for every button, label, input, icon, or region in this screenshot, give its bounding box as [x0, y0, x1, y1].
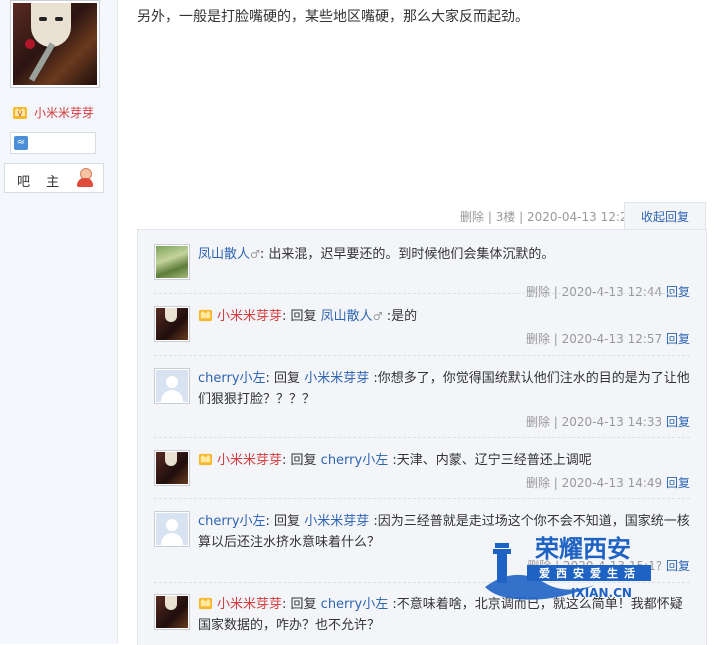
reply-time: 2020-4-13 12:57: [561, 332, 663, 346]
post-meta: 删除 | 3楼 | 2020-04-13 12:29: [460, 210, 636, 224]
reply-avatar[interactable]: [154, 244, 190, 280]
reply-target-user[interactable]: cherry小左: [321, 453, 389, 468]
svg-text:V: V: [18, 110, 23, 118]
reply-delete-link[interactable]: 删除: [526, 476, 550, 490]
author-username[interactable]: 小米米芽芽: [34, 104, 94, 121]
reply-button[interactable]: 回复: [666, 559, 690, 573]
reply-button[interactable]: 回复: [666, 415, 690, 429]
level-badge-icon: ≈: [14, 136, 28, 150]
reply-delete-link[interactable]: 删除: [526, 332, 550, 346]
role-badge: 吧 主: [4, 163, 104, 193]
reply-username[interactable]: 小米米芽芽: [217, 453, 282, 468]
post-floor: 3楼: [495, 210, 516, 224]
reply-button[interactable]: 回复: [666, 476, 690, 490]
vip-crown-icon: [198, 309, 213, 322]
reply-avatar[interactable]: [154, 511, 190, 547]
reply-target-user[interactable]: 小米米芽芽: [304, 514, 369, 529]
reply-meta: 删除 | 2020-4-13 14:49 回复: [525, 476, 690, 490]
blade-figure: [28, 42, 56, 82]
reply-button[interactable]: 回复: [666, 332, 690, 346]
role-label: 吧 主: [17, 175, 66, 190]
vip-crown-icon: [198, 597, 213, 610]
vip-crown-icon: [198, 453, 213, 466]
reply-username[interactable]: cherry小左: [198, 514, 266, 529]
rose-figure: [25, 39, 35, 49]
reply-item: 小米米芽芽: 回复 cherry小左 :天津、内蒙、辽宁三经普还上调呢 删除 |…: [154, 450, 690, 510]
watermark-title: 荣耀西安: [535, 535, 631, 563]
post-delete-link[interactable]: 删除: [460, 210, 484, 224]
mask-figure: [31, 3, 71, 47]
reply-item: 凤山散人♂: 出来混，迟早要还的。到时候他们会集体沉默的。 删除 | 2020-…: [154, 244, 690, 304]
reply-content: :是的: [382, 309, 418, 324]
post-time: 2020-04-13 12:29: [527, 210, 636, 224]
collapse-replies-button[interactable]: 收起回复: [624, 202, 706, 231]
reply-divider: [154, 293, 690, 294]
reply-word: : 回复: [282, 309, 317, 324]
reply-content: :天津、内蒙、辽宁三经普还上调呢: [388, 453, 592, 468]
reply-target-user[interactable]: 小米米芽芽: [304, 371, 369, 386]
reply-username[interactable]: 小米米芽芽: [217, 597, 282, 612]
author-sidebar: V 小米米芽芽 ≈ 吧 主: [0, 0, 118, 644]
reply-divider: [154, 355, 690, 356]
gender-male-icon: ♂: [372, 310, 383, 323]
reply-target-user[interactable]: 凤山散人: [321, 309, 373, 324]
watermark-domain: IXIAN.CN: [571, 586, 632, 600]
reply-divider: [154, 498, 690, 499]
reply-target-user[interactable]: cherry小左: [321, 597, 389, 612]
reply-time: 2020-4-13 14:33: [561, 415, 663, 429]
vip-crown-icon: V: [13, 107, 27, 119]
reply-text-block: 小米米芽芽: 回复 cherry小左 :天津、内蒙、辽宁三经普还上调呢: [198, 450, 690, 471]
reply-delete-link[interactable]: 删除: [526, 285, 550, 299]
reply-word: : 回复: [265, 514, 301, 529]
reply-content: : 出来混，迟早要还的。到时候他们会集体沉默的。: [259, 247, 555, 262]
reply-username[interactable]: 小米米芽芽: [217, 309, 282, 324]
reply-avatar[interactable]: [154, 368, 190, 404]
author-avatar[interactable]: [10, 0, 100, 88]
reply-time: 2020-4-13 12:44: [561, 285, 663, 299]
reply-text-block: 凤山散人♂: 出来混，迟早要还的。到时候他们会集体沉默的。: [198, 244, 690, 265]
reply-word: : 回复: [282, 453, 317, 468]
reply-button[interactable]: 回复: [666, 285, 690, 299]
reply-avatar[interactable]: [154, 450, 190, 486]
author-avatar-image: [13, 3, 97, 85]
site-watermark-logo: 荣耀西安 爱西安爱生活 IXIAN.CN: [485, 535, 651, 600]
author-badge-row: ≈: [10, 132, 96, 154]
reply-meta: 删除 | 2020-4-13 12:44 回复: [525, 285, 690, 299]
reply-text-block: 小米米芽芽: 回复 凤山散人♂ :是的: [198, 306, 690, 327]
reply-username[interactable]: 凤山散人: [198, 247, 250, 262]
reply-delete-link[interactable]: 删除: [526, 415, 550, 429]
post-content: 另外，一般是打脸嘴硬的，某些地区嘴硬，那么大家反而起劲。: [137, 9, 529, 25]
reply-username[interactable]: cherry小左: [198, 371, 266, 386]
reply-avatar[interactable]: [154, 306, 190, 342]
reply-word: : 回复: [282, 597, 317, 612]
gender-male-icon: ♂: [250, 248, 260, 261]
reply-word: : 回复: [265, 371, 301, 386]
reply-text-block: cherry小左: 回复 小米米芽芽 :你想多了，你觉得国统默认他们注水的目的是…: [198, 368, 690, 410]
reply-meta: 删除 | 2020-4-13 12:57 回复: [525, 332, 690, 346]
reply-meta: 删除 | 2020-4-13 14:33 回复: [525, 415, 690, 429]
reply-avatar[interactable]: [154, 594, 190, 630]
moderator-icon: [75, 168, 95, 188]
reply-divider: [154, 437, 690, 438]
reply-item: 小米米芽芽: 回复 凤山散人♂ :是的 删除 | 2020-4-13 12:57…: [154, 306, 690, 366]
watermark-subtitle: 爱西安爱生活: [539, 566, 641, 580]
reply-time: 2020-4-13 14:49: [561, 476, 663, 490]
